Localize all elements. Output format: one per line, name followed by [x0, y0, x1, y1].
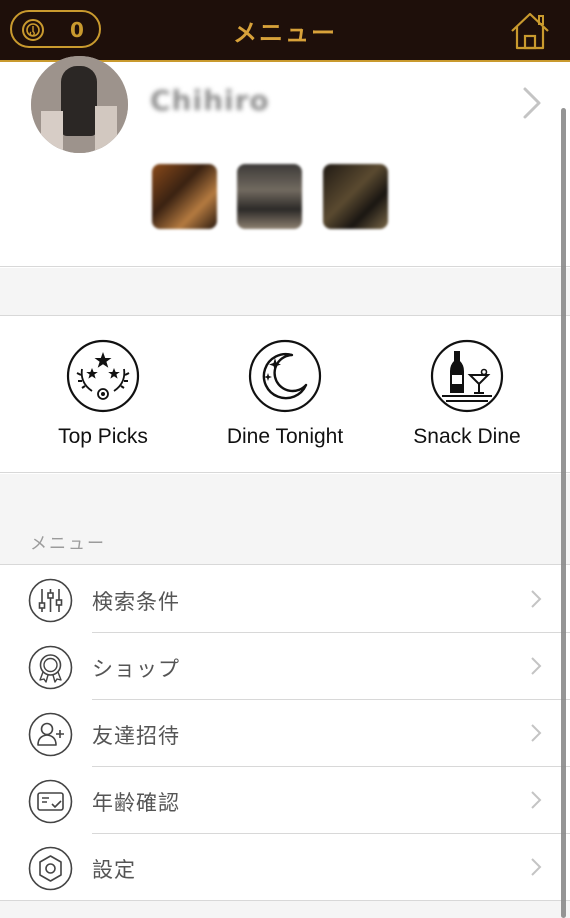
- bottle-cocktail-icon: [430, 339, 504, 413]
- category-dine-tonight[interactable]: Dine Tonight: [190, 339, 380, 449]
- menu-item-label: 検索条件: [92, 590, 180, 614]
- menu-item-age-verification[interactable]: 年齢確認: [0, 767, 570, 834]
- section-label: メニュー: [30, 534, 106, 554]
- category-label: Top Picks: [58, 425, 148, 448]
- menu-item-shop[interactable]: ショップ: [0, 633, 570, 700]
- chevron-right-icon: [531, 590, 542, 608]
- user-name: Chihiro: [150, 84, 270, 117]
- menu-item-label: 友達招待: [92, 724, 180, 748]
- page-title: メニュー: [233, 19, 337, 47]
- laurel-stars-icon: [66, 339, 140, 413]
- category-snack-dine[interactable]: Snack Dine: [372, 339, 562, 449]
- menu-item-search-conditions[interactable]: 検索条件: [0, 566, 570, 633]
- avatar: [31, 56, 128, 153]
- menu-item-settings[interactable]: 設定: [0, 834, 570, 901]
- profile-photo-1[interactable]: [152, 164, 217, 229]
- bottom-spacer: [0, 900, 570, 918]
- menu-item-label: ショップ: [92, 657, 180, 681]
- category-label: Snack Dine: [413, 425, 521, 448]
- badge-icon: [28, 645, 73, 690]
- chevron-right-icon: [531, 791, 542, 809]
- profile-photo-3[interactable]: [323, 164, 388, 229]
- chevron-right-icon[interactable]: [522, 86, 542, 120]
- scrollbar[interactable]: [561, 108, 566, 918]
- top-bar: 0 メニュー: [0, 0, 570, 62]
- id-check-icon: [28, 779, 73, 824]
- moon-stars-icon: [248, 339, 322, 413]
- profile-section[interactable]: Chihiro: [0, 56, 570, 267]
- category-top-picks[interactable]: Top Picks: [8, 339, 198, 449]
- add-friend-icon: [28, 712, 73, 757]
- category-shortcuts: Top Picks Dine Tonight Snack Dine: [0, 317, 570, 473]
- section-spacer: [0, 268, 570, 316]
- category-label: Dine Tonight: [226, 425, 344, 448]
- chevron-right-icon: [531, 858, 542, 876]
- menu-item-label: 設定: [92, 858, 136, 882]
- sliders-icon: [28, 578, 73, 623]
- menu-section-header: メニュー: [0, 474, 570, 565]
- home-icon[interactable]: [508, 9, 552, 51]
- profile-photo-2[interactable]: [237, 164, 302, 229]
- menu-item-label: 年齢確認: [92, 791, 180, 815]
- chevron-right-icon: [531, 657, 542, 675]
- hexagon-settings-icon: [28, 846, 73, 891]
- menu-item-invite-friends[interactable]: 友達招待: [0, 700, 570, 767]
- chevron-right-icon: [531, 724, 542, 742]
